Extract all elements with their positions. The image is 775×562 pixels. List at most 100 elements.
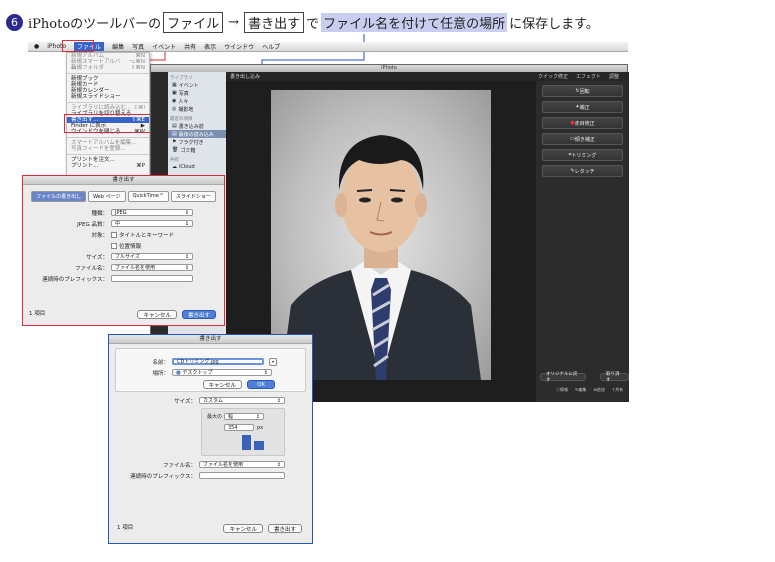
places-icon: ◎: [172, 106, 177, 112]
tab-effects[interactable]: エフェクト: [576, 73, 601, 80]
menu-item[interactable]: プリント... ⌘P: [67, 163, 149, 169]
enhance-button[interactable]: ✦ 補正: [542, 101, 623, 113]
cancel-button[interactable]: キャンセル: [223, 524, 263, 533]
menu-edit[interactable]: 編集: [112, 42, 124, 51]
edit-tabs: クイック修正 エフェクト 調整: [538, 73, 619, 80]
item-count: 1 項目: [29, 311, 46, 317]
sidebar-item-events[interactable]: ▦ イベント: [168, 81, 226, 89]
where-label: 場所：: [152, 370, 169, 377]
sidebar-item-faces[interactable]: ◉ 人々: [168, 97, 226, 105]
revert-button[interactable]: オリジナルに戻す: [540, 372, 586, 383]
ok-button[interactable]: OK: [247, 380, 275, 389]
sidebar-item-photos[interactable]: ▣ 写真: [168, 89, 226, 97]
title-keyword-checkbox[interactable]: [111, 231, 117, 238]
events-icon: ▦: [172, 82, 177, 88]
menu-view[interactable]: 表示: [204, 42, 216, 51]
menu-divider: [67, 73, 149, 74]
export-button[interactable]: 書き出す: [181, 310, 216, 319]
updown-icon: ↕: [184, 253, 189, 260]
prefix-label: 連続時のプレフィックス：: [42, 276, 108, 283]
tab-file-export[interactable]: ファイルの書き出し: [31, 191, 87, 202]
file-menu-callout: [62, 40, 94, 52]
menu-events[interactable]: イベント: [152, 42, 176, 51]
sidebar-item-places[interactable]: ◎ 撮影地: [168, 105, 226, 113]
kind-label: 種類：: [91, 210, 108, 217]
retouch-button[interactable]: ✎ レタッチ: [542, 165, 623, 177]
updown-icon: ↕: [276, 397, 281, 404]
tab-slideshow[interactable]: スライドショー: [170, 191, 216, 202]
menu-window[interactable]: ウインドウ: [224, 42, 254, 51]
iphoto-top-bar: 書き出し込み クイック修正 エフェクト 調整: [226, 72, 629, 81]
save-sheet: 名前： CDトリミング.jpg ▾ 場所： ■ デスクトップ ↕ キャンセル OK: [115, 348, 306, 392]
export-button[interactable]: 書き出す: [267, 524, 302, 533]
prefix-input[interactable]: [111, 275, 193, 282]
sidebar-item-last-import[interactable]: ▤ 最後の読み込み: [168, 130, 226, 138]
faces-icon: ◉: [172, 98, 177, 104]
folder-icon: ■: [176, 370, 181, 376]
landscape-size-icon: [254, 441, 264, 450]
sidebar-item-recent[interactable]: ▤ 書き込み前: [168, 122, 226, 130]
tab-adjust[interactable]: 調整: [609, 73, 619, 80]
quality-label: JPEG 品質：: [77, 221, 108, 228]
cancel-button[interactable]: キャンセル: [137, 310, 177, 319]
straighten-button[interactable]: ▭ 傾き補正: [542, 133, 623, 145]
sheet-cancel-button[interactable]: キャンセル: [202, 380, 243, 389]
include-label: 対象：: [91, 232, 108, 239]
add-button[interactable]: ⊞追加: [593, 387, 604, 393]
prefix-input[interactable]: [199, 472, 285, 479]
undo-button[interactable]: 取り消す: [600, 372, 629, 383]
filename-select[interactable]: ファイル名を使用 ↕: [199, 461, 285, 468]
crop-button[interactable]: ⌗ トリミング: [542, 149, 623, 161]
tab-quicktime[interactable]: QuickTime™: [127, 191, 169, 202]
updown-icon: ↕: [184, 264, 189, 271]
name-input[interactable]: CDトリミング.jpg: [172, 358, 264, 365]
menu-share[interactable]: 共有: [184, 42, 196, 51]
px-input[interactable]: 354: [224, 424, 254, 431]
album-icon: ▤: [172, 131, 177, 137]
max-select[interactable]: 幅 ↕: [224, 413, 264, 420]
export-menu-callout: [64, 114, 152, 133]
apple-icon[interactable]: ●: [34, 43, 39, 50]
share-button[interactable]: ⇪共有: [612, 387, 623, 393]
tab-quick-fix[interactable]: クイック修正: [538, 73, 568, 80]
export-dialog-title: 書き出す: [23, 176, 224, 185]
size-select[interactable]: フルサイズ ↕: [111, 253, 193, 260]
album-icon: ▤: [172, 123, 177, 129]
cloud-icon: ☁: [172, 164, 177, 170]
menu-divider: [67, 102, 149, 103]
edit-button[interactable]: ✎編集: [575, 387, 586, 393]
where-select[interactable]: ■ デスクトップ ↕: [172, 369, 272, 376]
tab-web-page[interactable]: Web ページ: [88, 191, 126, 202]
export-tabs: ファイルの書き出し Web ページ QuickTime™ スライドショー: [23, 191, 224, 202]
updown-icon: ↕: [184, 209, 189, 216]
menu-item[interactable]: 新規スライドショー: [67, 94, 149, 100]
size-label: サイズ：: [86, 254, 108, 261]
menu-item[interactable]: 新規フォルダ ⇧⌘N: [67, 65, 149, 71]
trash-icon: 🗑: [172, 147, 179, 153]
menu-photos[interactable]: 写真: [132, 42, 144, 51]
updown-icon: ↕: [255, 413, 260, 420]
menu-item[interactable]: 写真フィードを登録...: [67, 146, 149, 152]
sidebar-item-flagged[interactable]: ⚑ フラグ付き: [168, 138, 226, 146]
filename-label: ファイル名：: [162, 462, 196, 469]
name-label: 名前：: [152, 359, 169, 366]
filename-label: ファイル名：: [74, 265, 108, 272]
rotate-button[interactable]: ↻ 回転: [542, 85, 623, 97]
size-select[interactable]: カスタム ↕: [199, 397, 285, 404]
item-count: 1 項目: [117, 525, 134, 531]
redeye-button[interactable]: ● 赤目修正: [542, 117, 623, 129]
filename-select[interactable]: ファイル名を使用 ↕: [111, 264, 193, 271]
quality-select[interactable]: 中 ↕: [111, 220, 193, 227]
menu-help[interactable]: ヘルプ: [262, 42, 280, 51]
kind-select[interactable]: JPEG ↕: [111, 209, 193, 216]
sidebar-item-icloud[interactable]: ☁ iCloud: [168, 163, 226, 171]
info-button[interactable]: ⓘ情報: [556, 387, 568, 393]
location-checkbox[interactable]: [111, 242, 117, 249]
sidebar-item-trash[interactable]: 🗑 ゴミ箱: [168, 146, 226, 154]
expand-icon[interactable]: ▾: [269, 357, 277, 366]
location-label: 位置情報: [119, 243, 142, 250]
menu-divider: [67, 154, 149, 155]
updown-icon: ↕: [276, 461, 281, 468]
save-dialog: 書き出す 名前： CDトリミング.jpg ▾ 場所： ■ デスクトップ ↕ キャンセル …: [108, 334, 313, 544]
flag-icon: ⚑: [172, 139, 177, 145]
